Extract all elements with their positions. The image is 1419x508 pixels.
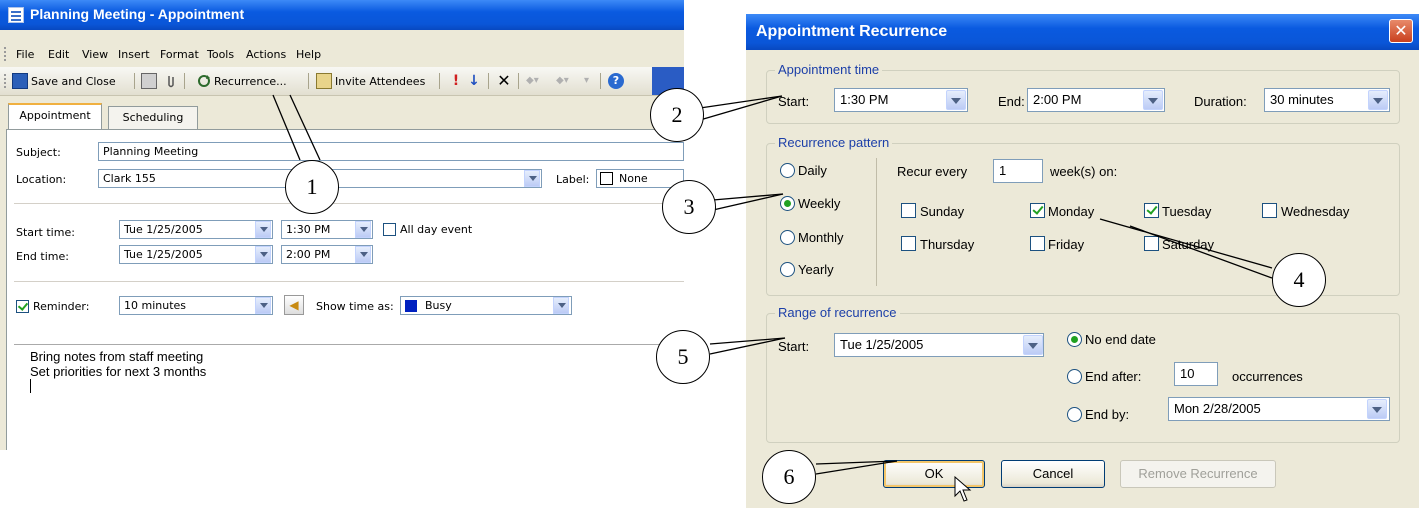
- callout-5: 5: [656, 330, 710, 384]
- callout-leader-lines: [272, 94, 1273, 475]
- callout-1: 1: [285, 160, 339, 214]
- callout-6: 6: [762, 450, 816, 504]
- callout-4: 4: [1272, 253, 1326, 307]
- callout-2: 2: [650, 88, 704, 142]
- callout-3: 3: [662, 180, 716, 234]
